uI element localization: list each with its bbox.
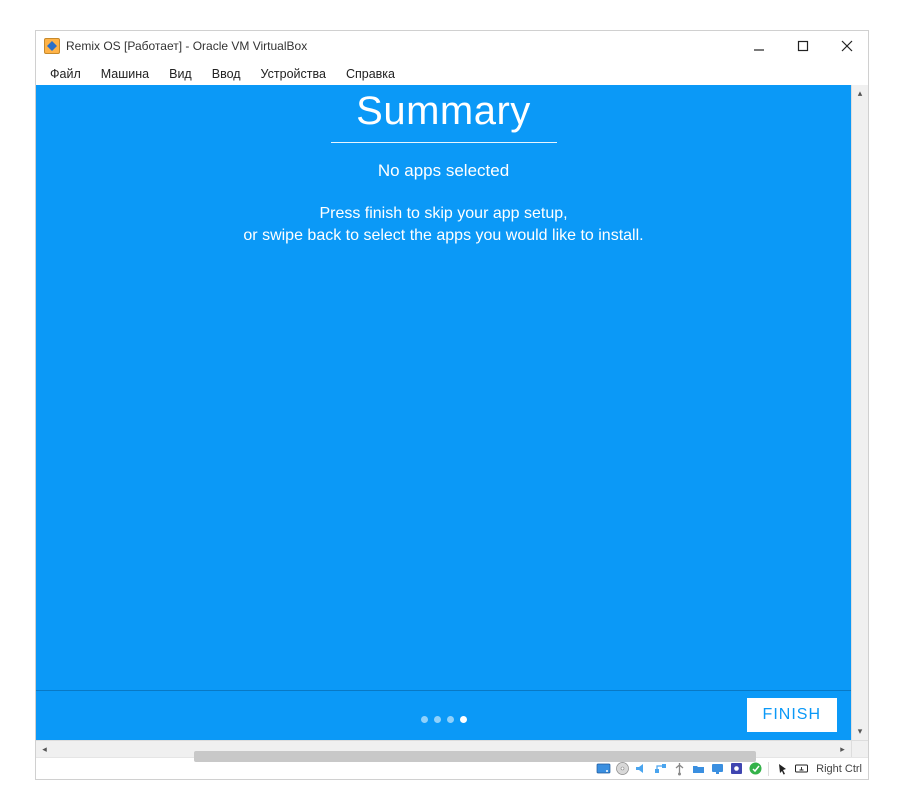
summary-text: Press finish to skip your app setup, or … <box>36 203 851 246</box>
page-dot[interactable] <box>447 716 454 723</box>
display-icon[interactable] <box>709 761 725 777</box>
close-button[interactable] <box>834 36 860 56</box>
summary-subtitle: No apps selected <box>36 161 851 181</box>
summary-block: Summary No apps selected Press finish to… <box>36 89 851 246</box>
guest-additions-icon[interactable] <box>747 761 763 777</box>
menu-view[interactable]: Вид <box>161 65 200 83</box>
scroll-down-icon[interactable]: ▾ <box>852 723 868 740</box>
page-indicator <box>421 716 467 723</box>
vertical-scrollbar[interactable]: ▴ ▾ <box>851 85 868 740</box>
page-dot[interactable] <box>421 716 428 723</box>
scroll-up-icon[interactable]: ▴ <box>852 85 868 102</box>
window-controls <box>746 36 860 56</box>
menu-machine[interactable]: Машина <box>93 65 157 83</box>
menu-file[interactable]: Файл <box>42 65 89 83</box>
page-dot-active[interactable] <box>460 716 467 723</box>
minimize-button[interactable] <box>746 36 772 56</box>
window-title: Remix OS [Работает] - Oracle VM VirtualB… <box>66 39 746 53</box>
harddisk-icon[interactable] <box>595 761 611 777</box>
vm-window: Remix OS [Работает] - Oracle VM VirtualB… <box>35 30 869 780</box>
scroll-thumb[interactable] <box>194 751 756 762</box>
shared-folder-icon[interactable] <box>690 761 706 777</box>
titlebar: Remix OS [Работает] - Oracle VM VirtualB… <box>36 31 868 61</box>
footer-divider <box>36 690 851 691</box>
scroll-right-icon[interactable]: ▸ <box>834 744 851 755</box>
summary-line-2: or swipe back to select the apps you wou… <box>36 225 851 247</box>
virtualbox-icon <box>44 38 60 54</box>
scroll-left-icon[interactable]: ◂ <box>36 744 53 755</box>
scroll-corner <box>851 740 868 757</box>
keyboard-capture-icon[interactable] <box>793 761 809 777</box>
summary-line-1: Press finish to skip your app setup, <box>36 203 851 225</box>
network-icon[interactable] <box>652 761 668 777</box>
mouse-integration-icon[interactable] <box>774 761 790 777</box>
optical-icon[interactable] <box>614 761 630 777</box>
scroll-track[interactable] <box>852 102 868 723</box>
finish-button[interactable]: FINISH <box>747 698 837 732</box>
maximize-button[interactable] <box>790 36 816 56</box>
menu-input[interactable]: Ввод <box>204 65 249 83</box>
menu-help[interactable]: Справка <box>338 65 403 83</box>
content-area: Summary No apps selected Press finish to… <box>36 85 868 740</box>
recording-icon[interactable] <box>728 761 744 777</box>
host-key-label: Right Ctrl <box>816 763 862 775</box>
page-dot[interactable] <box>434 716 441 723</box>
horizontal-scroll-row: ◂ ▸ <box>36 740 868 757</box>
title-underline <box>331 142 557 143</box>
usb-icon[interactable] <box>671 761 687 777</box>
guest-display[interactable]: Summary No apps selected Press finish to… <box>36 85 851 740</box>
menu-devices[interactable]: Устройства <box>253 65 334 83</box>
menubar: Файл Машина Вид Ввод Устройства Справка <box>36 61 868 85</box>
page-title: Summary <box>36 89 851 138</box>
horizontal-scrollbar[interactable]: ◂ ▸ <box>36 740 851 757</box>
status-separator <box>768 762 769 776</box>
audio-icon[interactable] <box>633 761 649 777</box>
